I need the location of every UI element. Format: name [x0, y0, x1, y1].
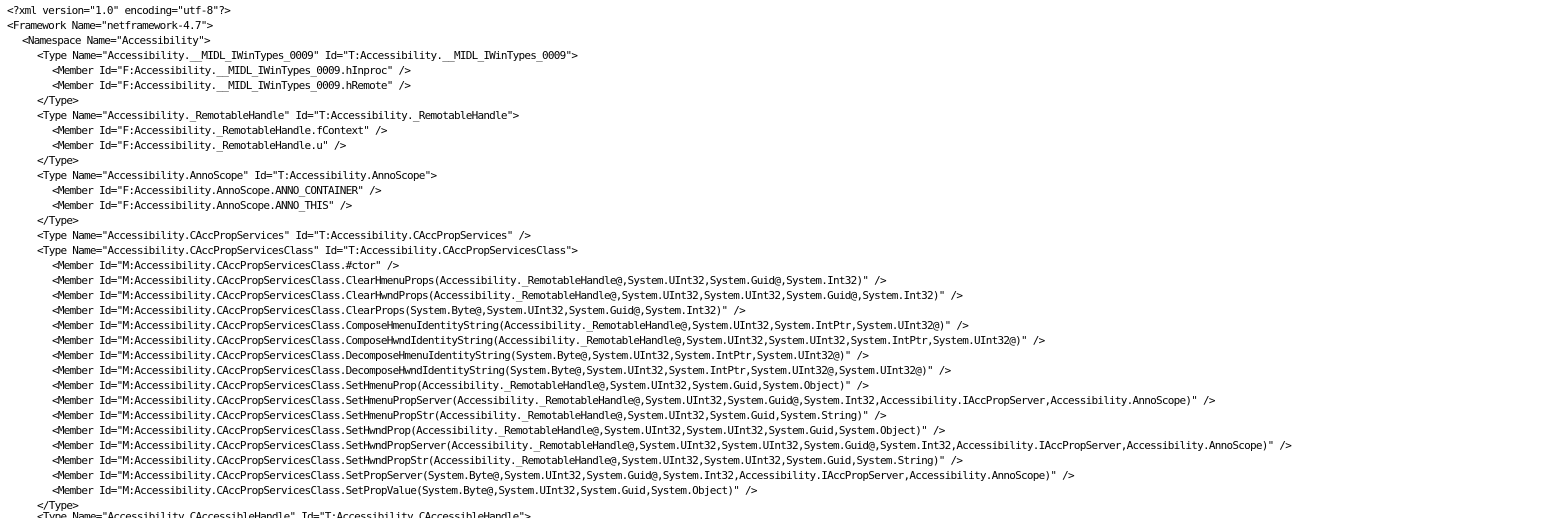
xml-line: <Member Id="M:Accessibility.CAccPropServ… — [52, 334, 1045, 347]
xml-line: <Member Id="M:Accessibility.CAccPropServ… — [52, 289, 963, 302]
xml-line: <Member Id="M:Accessibility.CAccPropServ… — [52, 349, 869, 362]
xml-line: <Member Id="F:Accessibility.__MIDL_IWinT… — [52, 64, 411, 77]
xml-line: <Type Name="Accessibility.__MIDL_IWinTyp… — [37, 49, 578, 62]
xml-line: <Member Id="M:Accessibility.CAccPropServ… — [52, 484, 757, 497]
xml-line: <Member Id="F:Accessibility.AnnoScope.AN… — [52, 199, 352, 212]
xml-line: <Member Id="M:Accessibility.CAccPropServ… — [52, 439, 1292, 452]
xml-line: <Member Id="M:Accessibility.CAccPropServ… — [52, 424, 945, 437]
xml-line: <Framework Name="netframework-4.7"> — [7, 19, 213, 32]
xml-line: <Type Name="Accessibility._RemotableHand… — [37, 109, 519, 122]
xml-line: </Type> — [37, 214, 79, 227]
xml-line: </Type> — [37, 154, 79, 167]
xml-line: <Member Id="M:Accessibility.CAccPropServ… — [52, 364, 951, 377]
xml-line: <Member Id="F:Accessibility._RemotableHa… — [52, 124, 388, 137]
xml-line: <Member Id="M:Accessibility.CAccPropServ… — [52, 379, 869, 392]
xml-line: <Type Name="Accessibility.AnnoScope" Id=… — [37, 169, 437, 182]
xml-line: <Type Name="Accessibility.CAccPropServic… — [37, 229, 531, 242]
xml-line: </Type> — [37, 94, 79, 107]
xml-line: <Namespace Name="Accessibility"> — [22, 34, 211, 47]
xml-document-view: <?xml version="1.0" encoding="utf-8"?> <F… — [0, 0, 1568, 518]
xml-line: <Member Id="M:Accessibility.CAccPropServ… — [52, 454, 963, 467]
xml-line: <Member Id="M:Accessibility.CAccPropServ… — [52, 304, 746, 317]
xml-line: <Member Id="M:Accessibility.CAccPropServ… — [52, 394, 1216, 407]
xml-line: <Member Id="M:Accessibility.CAccPropServ… — [52, 409, 887, 422]
xml-line: <Member Id="M:Accessibility.CAccPropServ… — [52, 319, 969, 332]
xml-line: <?xml version="1.0" encoding="utf-8"?> — [7, 4, 231, 17]
xml-line: <Member Id="M:Accessibility.CAccPropServ… — [52, 469, 1075, 482]
xml-line: <Member Id="F:Accessibility._RemotableHa… — [52, 139, 346, 152]
xml-line: <Type Name="Accessibility.CAccessibleHan… — [37, 510, 531, 518]
xml-line: <Member Id="M:Accessibility.CAccPropServ… — [52, 274, 887, 287]
xml-line: <Member Id="F:Accessibility.__MIDL_IWinT… — [52, 79, 411, 92]
xml-line: <Member Id="M:Accessibility.CAccPropServ… — [52, 259, 399, 272]
xml-line: <Member Id="F:Accessibility.AnnoScope.AN… — [52, 184, 382, 197]
xml-line: <Type Name="Accessibility.CAccPropServic… — [37, 244, 578, 257]
